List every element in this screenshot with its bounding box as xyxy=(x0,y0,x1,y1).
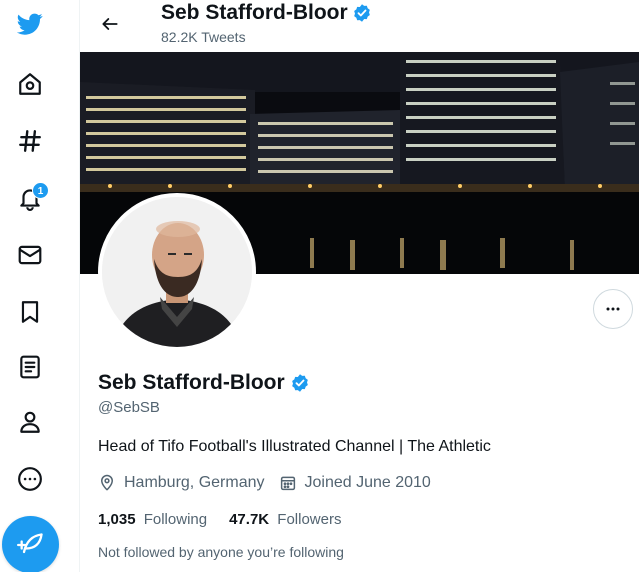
messages-envelope-icon[interactable] xyxy=(8,233,52,277)
notification-badge: 1 xyxy=(32,182,49,199)
follow-stats: 1,035 Following 47.7K Followers xyxy=(98,511,363,528)
location-pin-icon xyxy=(101,474,113,491)
profile-handle: @SebSB xyxy=(98,399,160,416)
more-circle-icon[interactable] xyxy=(8,457,52,501)
back-arrow-icon xyxy=(102,18,118,30)
ellipsis-icon xyxy=(606,307,620,311)
profile-name-row: Seb Stafford-Bloor xyxy=(98,371,310,395)
followers-label: Followers xyxy=(277,511,342,528)
profile-avatar[interactable] xyxy=(98,193,256,351)
bookmarks-icon[interactable] xyxy=(8,290,52,334)
profile-bio: Head of Tifo Football's Illustrated Chan… xyxy=(98,438,491,455)
calendar-icon xyxy=(280,476,295,491)
lists-icon[interactable] xyxy=(8,345,52,389)
header-name: Seb Stafford-Bloor xyxy=(161,1,348,24)
notifications-bell-icon[interactable]: 1 xyxy=(8,176,52,220)
compose-tweet-button[interactable] xyxy=(2,516,59,572)
joined-text: Joined June 2010 xyxy=(304,474,431,491)
followers-link[interactable]: 47.7K Followers xyxy=(229,511,341,528)
compose-feather-icon xyxy=(16,532,43,553)
more-options-button[interactable] xyxy=(593,289,633,329)
header-title: Seb Stafford-Bloor xyxy=(161,1,372,25)
mutual-followers-note: Not followed by anyone you’re following xyxy=(98,544,344,560)
location-text: Hamburg, Germany xyxy=(124,474,265,491)
twitter-logo-icon[interactable] xyxy=(8,2,52,46)
location-item: Hamburg, Germany xyxy=(98,474,265,492)
verified-badge-icon[interactable] xyxy=(290,373,310,393)
following-link[interactable]: 1,035 Following xyxy=(98,511,207,528)
following-label: Following xyxy=(143,511,208,528)
followers-count: 47.7K xyxy=(229,511,270,528)
joined-item: Joined June 2010 xyxy=(279,474,431,492)
following-count: 1,035 xyxy=(98,511,136,528)
profile-header: Seb Stafford-Bloor 82.2K Tweets xyxy=(80,0,639,52)
home-icon[interactable] xyxy=(8,62,52,106)
explore-hashtag-icon[interactable] xyxy=(8,119,52,163)
profile-person-icon[interactable] xyxy=(8,400,52,444)
profile-name: Seb Stafford-Bloor xyxy=(98,371,285,394)
back-button[interactable] xyxy=(92,6,128,42)
profile-meta: Hamburg, Germany Joined June 2010 xyxy=(98,474,445,492)
left-nav-rail: 1 xyxy=(0,0,80,572)
tweet-count: 82.2K Tweets xyxy=(161,29,246,45)
verified-badge-icon xyxy=(352,3,372,23)
